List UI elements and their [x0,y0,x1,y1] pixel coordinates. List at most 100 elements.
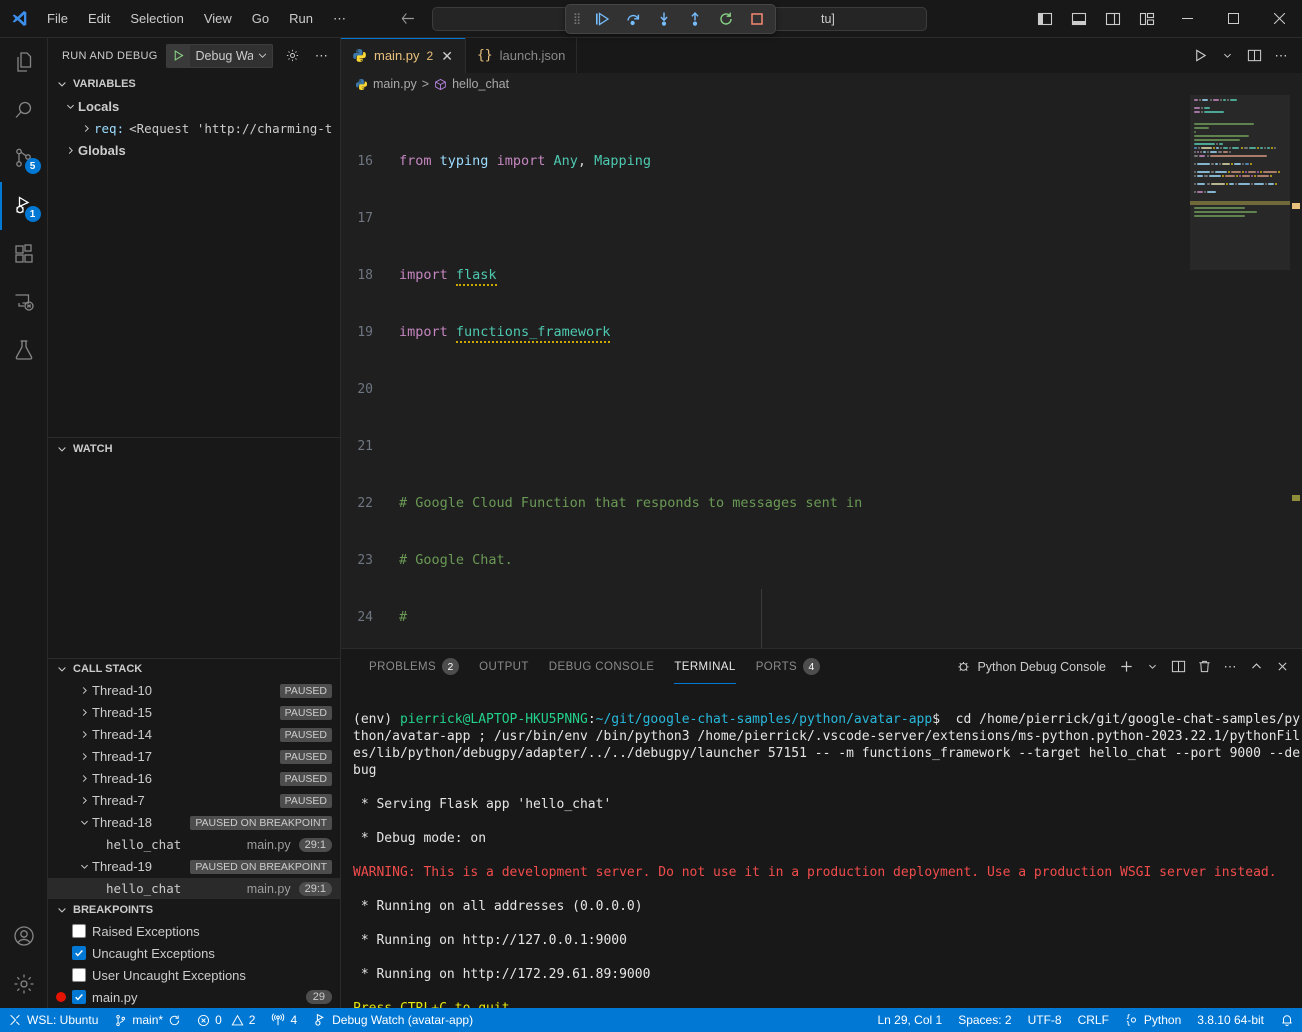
panel-tab-ports[interactable]: PORTS 4 [746,649,830,684]
tab-close-icon[interactable]: ✕ [440,49,454,63]
chevron-right-icon[interactable] [76,729,92,740]
activitybar-item-extensions[interactable] [0,230,48,278]
status-language-mode[interactable]: Python [1117,1008,1189,1032]
menu-bar[interactable]: File Edit Selection View Go Run ⋯ [38,8,355,30]
breakpoints-list[interactable]: Raised Exceptions Uncaught Exceptions Us… [48,920,340,1008]
panel-tab-problems[interactable]: PROBLEMS 2 [359,649,469,684]
call-stack-thread[interactable]: Thread-7 PAUSED [48,790,340,812]
activitybar-item-remote-explorer[interactable] [0,278,48,326]
breakpoint-checkbox[interactable] [72,968,86,982]
kill-terminal-icon[interactable] [1192,655,1216,679]
code-line-24[interactable]: 24# [341,608,1190,627]
status-python-interpreter[interactable]: 3.8.10 64-bit [1189,1008,1272,1032]
variables-scope-globals[interactable]: Globals [48,139,340,161]
window-close-button[interactable] [1256,0,1302,38]
activitybar-item-source-control[interactable]: 5 [0,134,48,182]
terminal-output[interactable]: (env) pierrick@LAPTOP-HKU5PNNG:~/git/goo… [341,684,1302,1008]
menu-run[interactable]: Run [280,8,322,29]
customize-layout-icon[interactable] [1130,0,1164,38]
status-editor-position[interactable]: Ln 29, Col 1 [869,1008,950,1032]
status-remote-indicator[interactable]: WSL: Ubuntu [0,1008,106,1032]
panel-tab-output[interactable]: OUTPUT [469,649,539,684]
debug-step-over-button[interactable] [622,8,644,30]
open-launch-json-gear-icon[interactable] [281,45,302,67]
toggle-panel-icon[interactable] [1062,0,1096,38]
code-line-18[interactable]: 18import flask [341,266,1190,285]
chevron-right-icon[interactable] [76,751,92,762]
split-terminal-icon[interactable] [1166,655,1190,679]
panel-tab-debug-console[interactable]: DEBUG CONSOLE [539,649,665,684]
status-branch[interactable]: main* [106,1008,189,1032]
menu-edit[interactable]: Edit [79,8,119,29]
activitybar-item-testing[interactable] [0,326,48,374]
call-stack-thread[interactable]: Thread-15 PAUSED [48,702,340,724]
editor-tabs[interactable]: main.py 2 ✕ {} launch.json [341,38,1302,73]
call-stack-thread[interactable]: Thread-17 PAUSED [48,746,340,768]
chevron-down-icon[interactable] [1215,44,1239,68]
chevron-right-icon[interactable] [76,685,92,696]
section-header-watch[interactable]: WATCH [48,437,340,459]
chevron-right-icon[interactable] [76,773,92,784]
panel-tabs[interactable]: PROBLEMS 2 OUTPUT DEBUG CONSOLE TERMINAL… [341,649,1302,684]
breadcrumb-item-file[interactable]: main.py [355,77,417,91]
close-panel-icon[interactable] [1270,655,1294,679]
variables-tree[interactable]: Locals req: <Request 'http://charming-tr… [48,95,340,437]
toggle-primary-sidebar-icon[interactable] [1028,0,1062,38]
debug-restart-button[interactable] [715,8,737,30]
breakpoint-row-main-py[interactable]: main.py 29 [48,986,340,1008]
debug-toolbar-grip[interactable]: ⣿ [573,16,582,23]
panel-tab-terminal[interactable]: TERMINAL [664,649,745,684]
code-line-22[interactable]: 22# Google Cloud Function that responds … [341,494,1190,513]
editor-more-actions-icon[interactable]: ⋯ [1269,44,1293,68]
run-python-file-icon[interactable] [1188,44,1212,68]
menu-go[interactable]: Go [243,8,278,29]
status-notifications[interactable] [1272,1008,1302,1032]
chevron-right-icon[interactable] [76,795,92,806]
activitybar-item-search[interactable] [0,86,48,134]
go-back-icon[interactable] [399,10,416,27]
call-stack-thread[interactable]: Thread-14 PAUSED [48,724,340,746]
chevron-down-icon[interactable] [76,861,92,872]
watch-list[interactable] [48,459,340,657]
code-line-21[interactable]: 21 [341,437,1190,456]
chevron-right-icon[interactable] [62,145,78,156]
new-terminal-icon[interactable] [1114,655,1138,679]
debug-step-into-button[interactable] [653,8,675,30]
sync-icon[interactable] [168,1014,181,1027]
breakpoint-checkbox[interactable] [72,946,86,960]
window-controls[interactable] [1028,0,1302,38]
menu-more[interactable]: ⋯ [324,8,355,30]
menu-view[interactable]: View [195,8,241,29]
variables-scope-locals[interactable]: Locals [48,95,340,117]
code-line-20[interactable]: 20 [341,380,1190,399]
debug-continue-button[interactable] [591,8,613,30]
tab-main-py[interactable]: main.py 2 ✕ [341,38,466,73]
status-eol[interactable]: CRLF [1070,1008,1117,1032]
navigation-arrows[interactable] [399,10,416,27]
minimap-slider[interactable] [1190,95,1302,270]
call-stack-tree[interactable]: Thread-10 PAUSED Thread-15 PAUSED Thread… [48,680,340,898]
breakpoint-row-raised-exceptions[interactable]: Raised Exceptions [48,920,340,942]
call-stack-thread[interactable]: Thread-16 PAUSED [48,768,340,790]
active-terminal-selector[interactable]: Python Debug Console [956,659,1106,674]
window-maximize-button[interactable] [1210,0,1256,38]
code-line-19[interactable]: 19import functions_framework [341,323,1190,342]
chevron-right-icon[interactable] [76,707,92,718]
panel-more-actions-icon[interactable]: ⋯ [1218,655,1242,679]
sidebar-more-actions-icon[interactable]: ⋯ [311,45,332,67]
toggle-secondary-sidebar-icon[interactable] [1096,0,1130,38]
chevron-right-icon[interactable] [78,123,94,134]
status-encoding[interactable]: UTF-8 [1020,1008,1070,1032]
activitybar-item-accounts[interactable] [0,912,48,960]
status-debug-session[interactable]: Debug Watch (avatar-app) [305,1008,481,1032]
activitybar-item-run-and-debug[interactable]: 1 [0,182,48,230]
code-line-17[interactable]: 17 [341,209,1190,228]
call-stack-thread[interactable]: Thread-19 PAUSED ON BREAKPOINT [48,856,340,878]
section-header-breakpoints[interactable]: BREAKPOINTS [48,898,340,920]
status-indentation[interactable]: Spaces: 2 [950,1008,1019,1032]
code-editor[interactable]: 16from typing import Any, Mapping 17 18i… [341,95,1302,648]
breakpoint-checkbox[interactable] [72,990,86,1004]
call-stack-thread[interactable]: Thread-10 PAUSED [48,680,340,702]
section-header-callstack[interactable]: CALL STACK [48,658,340,680]
editor-actions[interactable]: ⋯ [1188,38,1302,73]
